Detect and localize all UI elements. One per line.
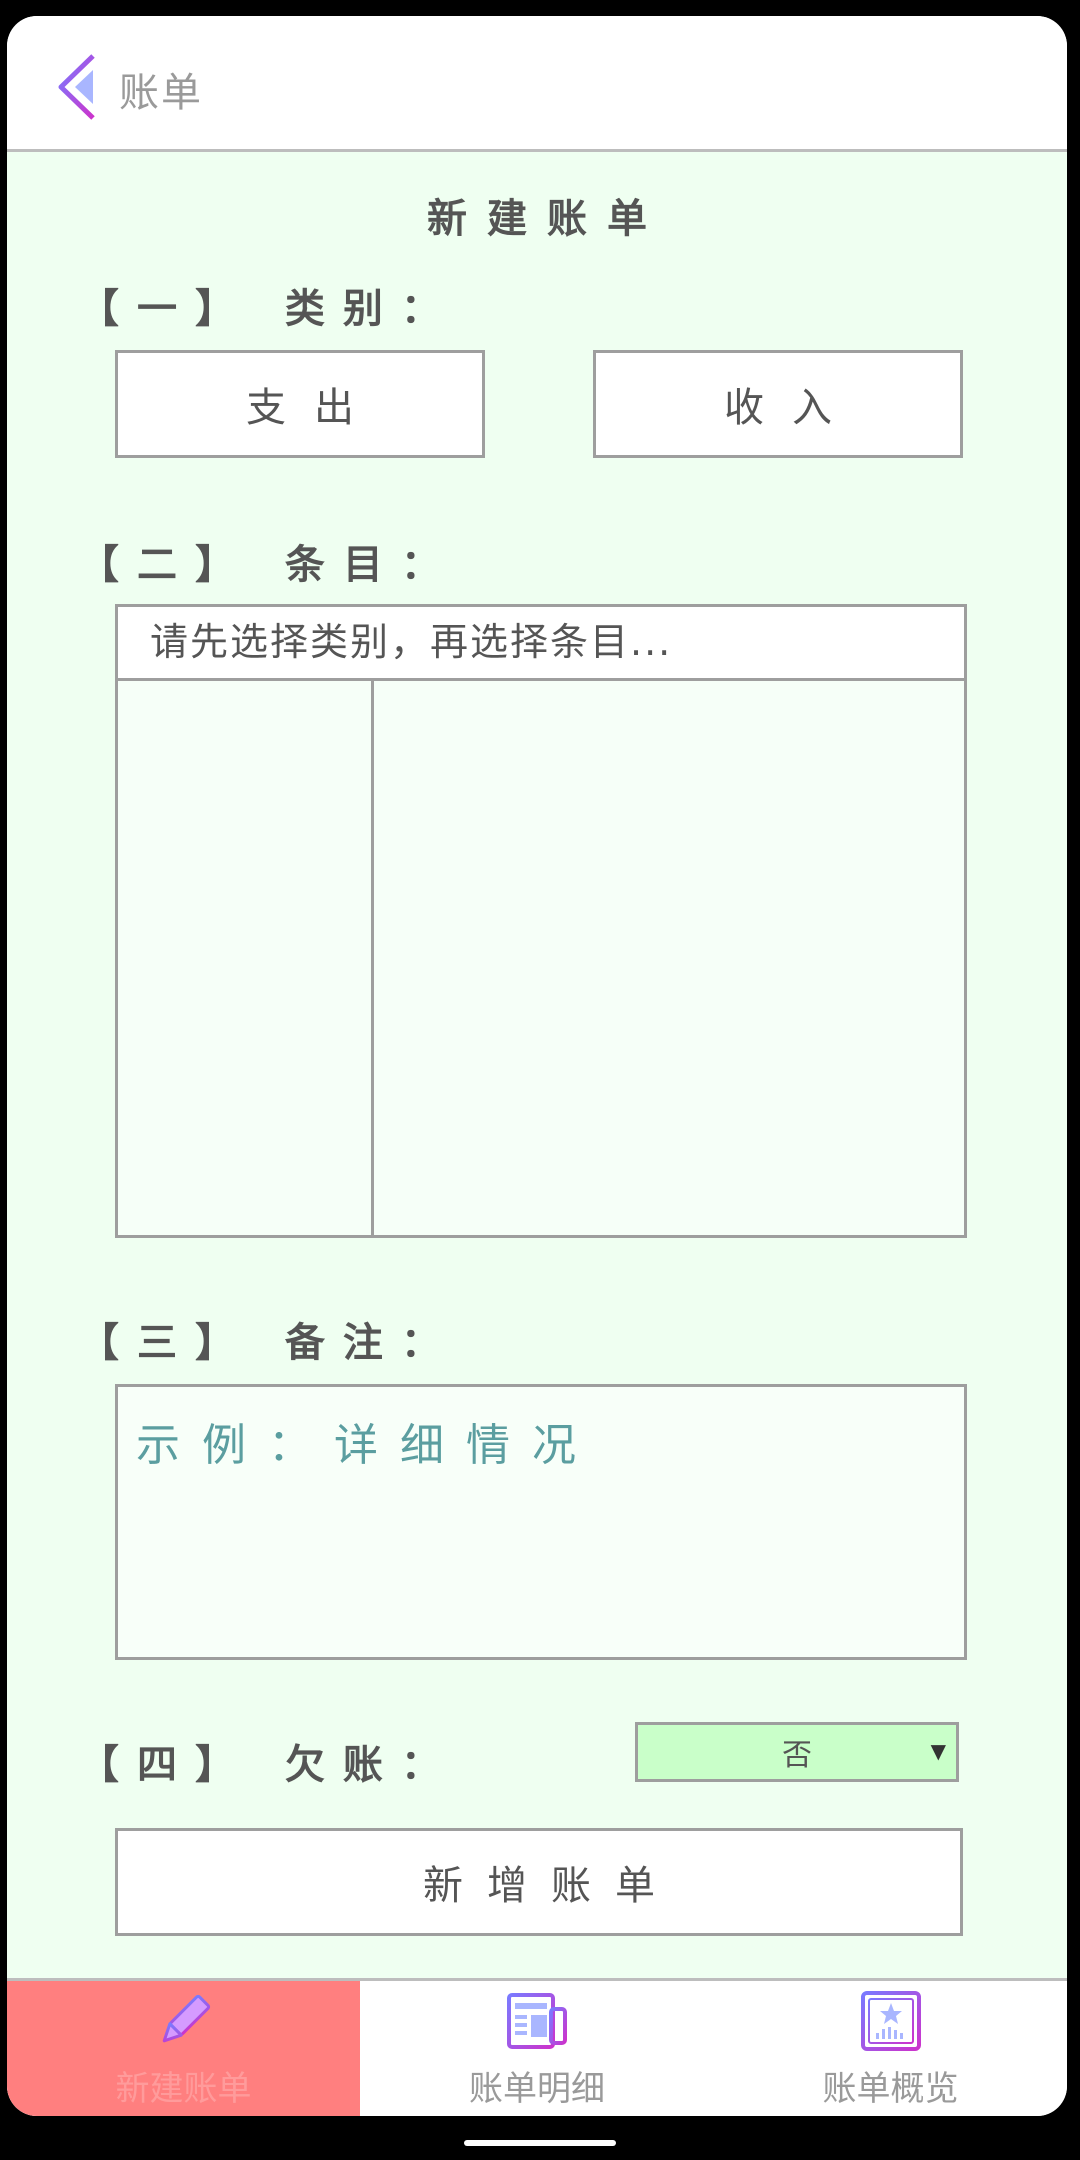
item-label: 【二】 条目：: [79, 542, 459, 588]
back-arrow-icon: [58, 54, 95, 120]
dropdown-arrow-icon: ▼: [930, 1739, 946, 1763]
debt-label: 【四】 欠账：: [79, 1742, 459, 1788]
debt-select[interactable]: 否 ▼: [635, 1722, 959, 1782]
note-box: [115, 1384, 967, 1660]
new-bill-form: 新建账单 【一】 类别： 支出 收入 【二】 条目： 请先选择类别，再选择条目.…: [7, 152, 1067, 1978]
item-picker: 请先选择类别，再选择条目...: [115, 604, 967, 1238]
pencil-icon: [162, 1994, 210, 2043]
nav-label-bill-detail: 账单明细: [469, 2069, 605, 2109]
home-indicator: [464, 2140, 616, 2146]
expense-button[interactable]: 支出: [115, 350, 485, 458]
nav-new-bill[interactable]: 新建账单: [7, 1981, 360, 2116]
form-title: 新建账单: [427, 196, 667, 242]
income-button[interactable]: 收入: [593, 350, 963, 458]
nav-label-bill-overview: 账单概览: [822, 2069, 959, 2109]
top-bar: 账单: [7, 16, 1067, 152]
item-category-list[interactable]: [118, 681, 374, 1235]
nav-bill-detail[interactable]: 账单明细: [360, 1981, 714, 2116]
app-screen: 账单 新建账单 【一】 类别： 支出 收入 【二】 条目： 请先选择类别，再选择…: [7, 16, 1067, 2116]
add-bill-button[interactable]: 新增账单: [115, 1828, 963, 1936]
item-picker-hint: 请先选择类别，再选择条目...: [118, 607, 964, 681]
overview-chart-icon: [860, 1991, 921, 2051]
category-label: 【一】 类别：: [79, 286, 459, 332]
back-button[interactable]: [53, 52, 109, 122]
bill-detail-icon: [507, 1993, 567, 2049]
note-textarea[interactable]: [118, 1387, 964, 1657]
nav-label-new-bill: 新建账单: [115, 2069, 252, 2109]
note-label: 【三】 备注：: [79, 1320, 459, 1366]
page-title: 账单: [119, 70, 203, 116]
bottom-nav: 新建账单 账单明细 账单概览: [7, 1978, 1067, 2116]
nav-bill-overview[interactable]: 账单概览: [714, 1981, 1067, 2116]
item-sub-list[interactable]: [377, 681, 964, 1235]
debt-select-value: 否: [782, 1738, 812, 1773]
